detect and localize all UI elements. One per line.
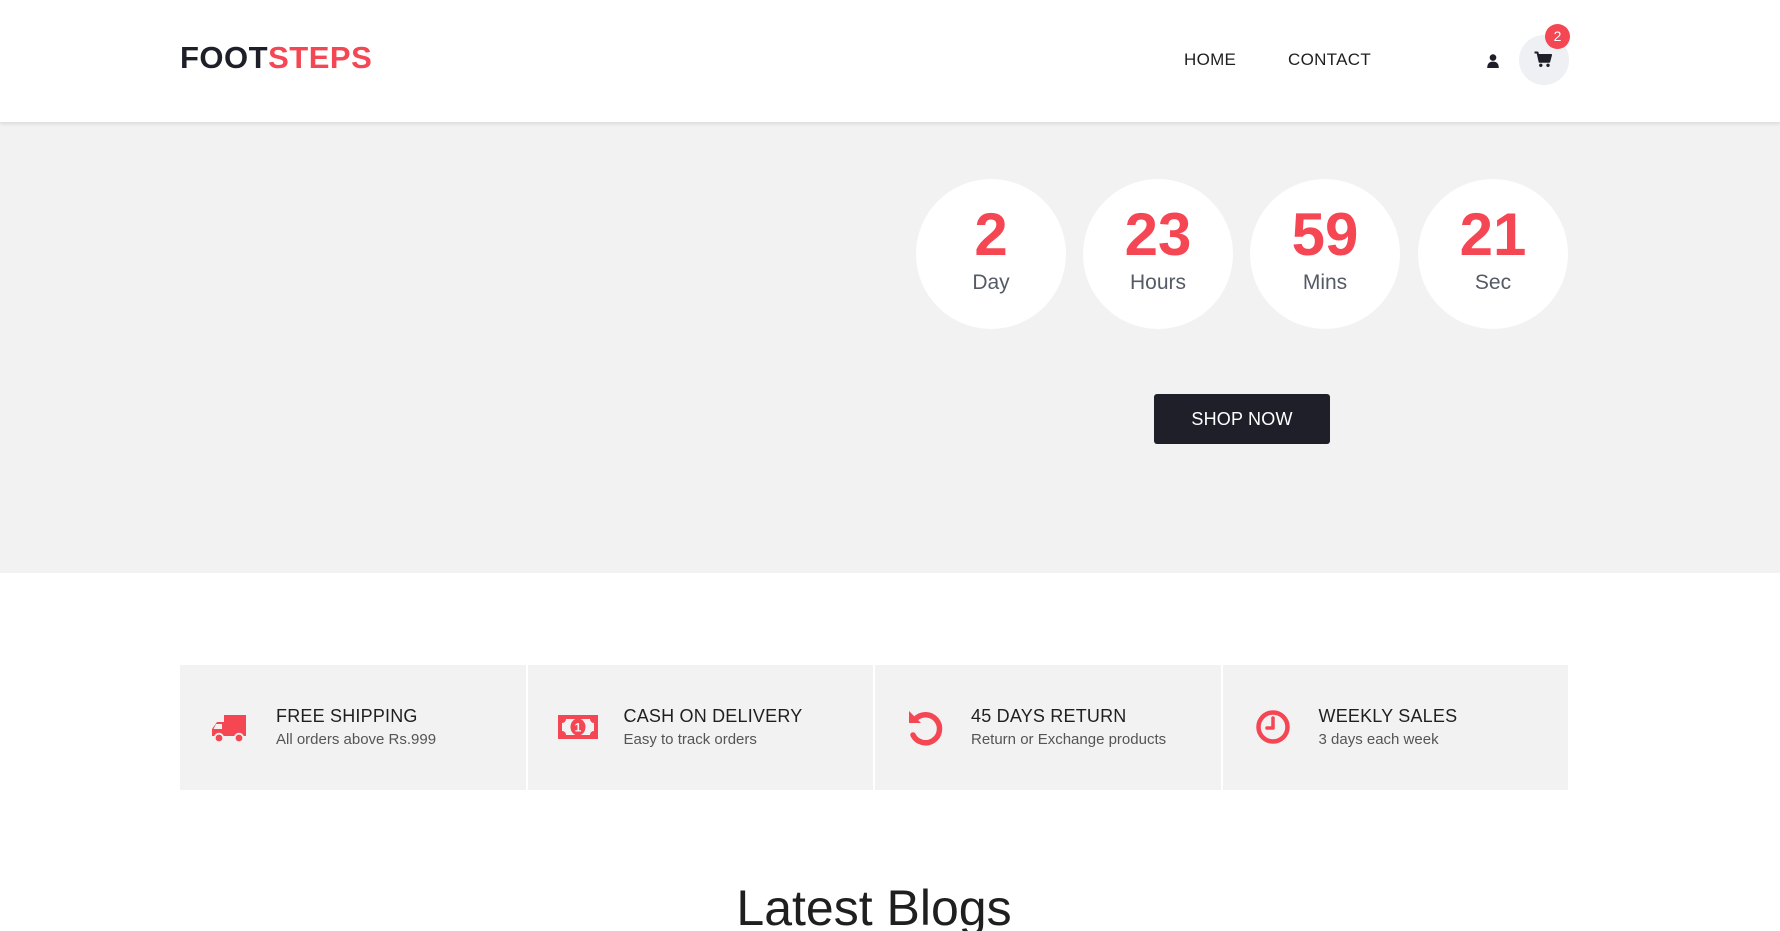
countdown-secs: 21 Sec	[1418, 179, 1568, 329]
feature-free-shipping: FREE SHIPPING All orders above Rs.999	[180, 665, 528, 790]
hero-banner: 2 Day 23 Hours 59 Mins 21 Sec SHOP NOW	[0, 122, 1780, 573]
countdown-days: 2 Day	[916, 179, 1066, 329]
countdown-mins: 59 Mins	[1250, 179, 1400, 329]
svg-text:1: 1	[574, 721, 581, 735]
nav-home-link[interactable]: HOME	[1184, 50, 1236, 70]
logo-part-steps: STEPS	[268, 40, 373, 75]
feature-title: 45 DAYS RETURN	[971, 706, 1127, 726]
latest-blogs-heading: Latest Blogs	[736, 880, 1012, 931]
logo[interactable]: FOOTSTEPS	[180, 40, 372, 76]
countdown-secs-value: 21	[1459, 201, 1527, 268]
feature-subtitle: Return or Exchange products	[971, 731, 1167, 748]
undo-icon	[905, 707, 945, 747]
countdown-hours-label: Hours	[1129, 271, 1187, 294]
feature-title: WEEKLY SALES	[1318, 706, 1458, 726]
feature-subtitle: All orders above Rs.999	[276, 731, 437, 748]
clock-icon	[1253, 707, 1293, 747]
feature-weekly-sales: WEEKLY SALES 3 days each week	[1222, 665, 1568, 790]
feature-title: CASH ON DELIVERY	[623, 706, 803, 726]
logo-part-foot: FOOT	[180, 40, 269, 75]
feature-cash-on-delivery: 1 CASH ON DELIVERY Easy to track orders	[527, 665, 875, 790]
countdown-days-value: 2	[974, 201, 1008, 268]
feature-title: FREE SHIPPING	[276, 706, 418, 726]
countdown-days-label: Day	[972, 271, 1010, 294]
feature-45-days-return: 45 DAYS RETURN Return or Exchange produc…	[875, 665, 1223, 790]
user-account-button[interactable]	[1478, 49, 1508, 73]
countdown-secs-label: Sec	[1474, 271, 1512, 294]
shop-now-button[interactable]: SHOP NOW	[1154, 394, 1330, 444]
countdown-hours-value: 23	[1124, 201, 1192, 268]
money-icon: 1	[557, 707, 598, 747]
cart-count-badge: 2	[1545, 24, 1570, 49]
site-header: FOOTSTEPS HOME CONTACT 2	[0, 0, 1780, 122]
countdown-hours: 23 Hours	[1083, 179, 1233, 329]
feature-subtitle: 3 days each week	[1318, 731, 1439, 748]
countdown-mins-value: 59	[1291, 201, 1359, 268]
features-strip: FREE SHIPPING All orders above Rs.999 1 …	[180, 665, 1568, 790]
countdown-mins-label: Mins	[1302, 271, 1348, 294]
truck-icon	[210, 707, 250, 747]
feature-subtitle: Easy to track orders	[623, 731, 757, 748]
nav-contact-link[interactable]: CONTACT	[1288, 50, 1371, 70]
